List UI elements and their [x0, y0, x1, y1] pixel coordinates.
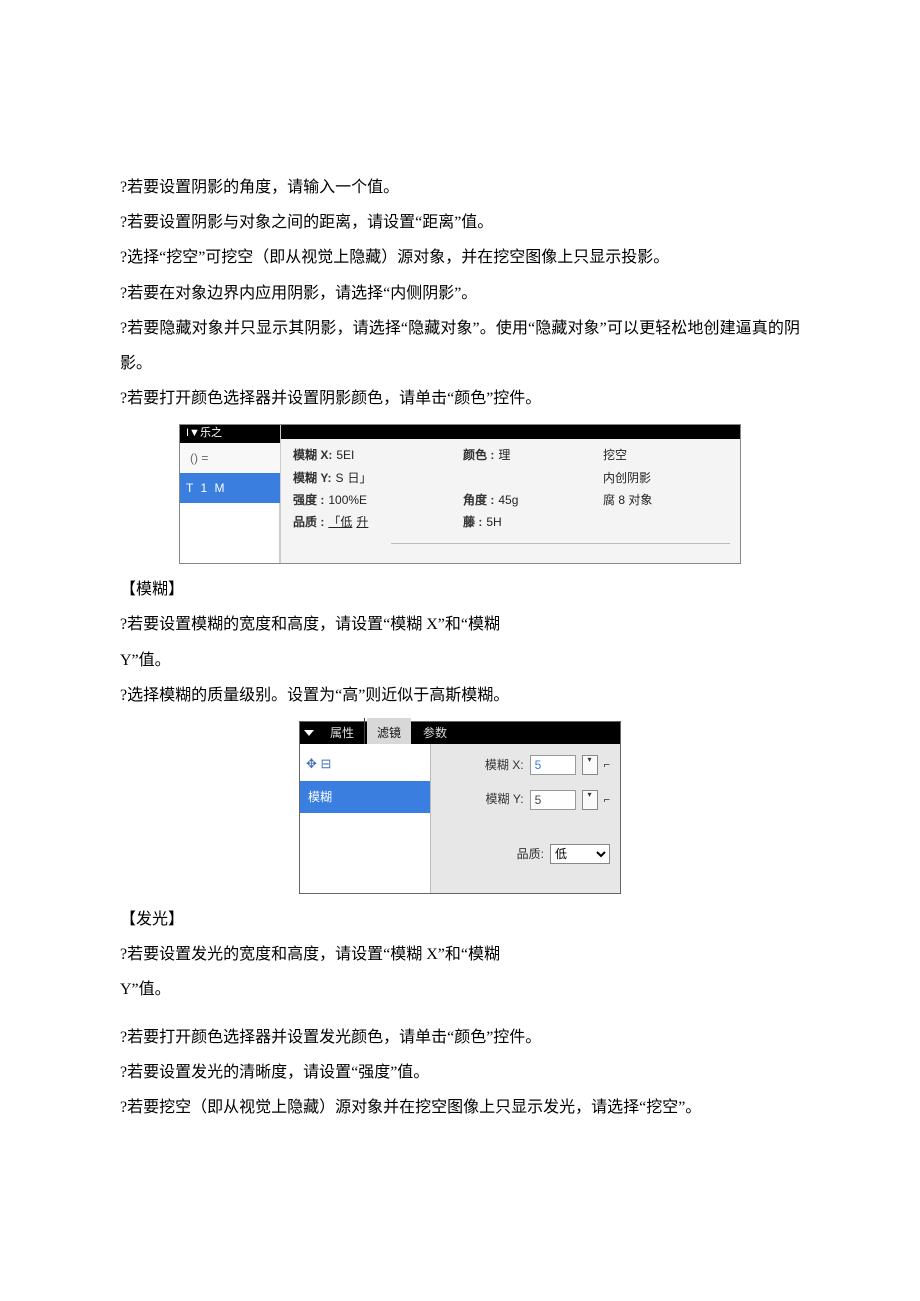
para-angle: ?若要设置阴影的角度，请输入一个值。 — [120, 170, 800, 205]
para-glow-xy: ?若要设置发光的宽度和高度，请设置“模糊 X”和“模糊 — [120, 937, 800, 972]
quality-row: 品质: 低 — [441, 841, 610, 867]
blur-y-input[interactable] — [530, 790, 576, 810]
hide-object-checkbox-label[interactable]: 腐 8 对象 — [603, 490, 693, 510]
shadow-panel-sidebar: I▼乐之 () = T 1 M — [180, 425, 281, 563]
para-knockout: ?选择“挖空”可挖空（即从视觉上隐藏）源对象，并在挖空图像上只显示投影。 — [120, 240, 800, 275]
angle-field[interactable]: 角度 : 45g — [463, 490, 573, 510]
shadow-panel-header: I▼乐之 — [180, 425, 280, 442]
panel-tabs: 属性 滤镜 参数 — [300, 722, 620, 744]
shadow-panel-sub: () = — [180, 443, 280, 473]
para-blur-xy: ?若要设置模糊的宽度和高度，请设置“模糊 X”和“模糊 — [120, 607, 800, 642]
blur-x-field[interactable]: 模糊 X: 5EI — [293, 445, 433, 465]
para-blur-quality: ?选择模糊的质量级别。设置为“高”则近似于高斯模糊。 — [120, 678, 800, 713]
para-inner-shadow: ?若要在对象边界内应用阴影，请选择“内侧阴影”。 — [120, 276, 800, 311]
blur-x-input-row: 模糊 X: ▾ ⌐ — [441, 752, 610, 778]
shadow-filter-panel: I▼乐之 () = T 1 M 模糊 X: 5EI — [179, 424, 741, 564]
para-blur-xy-cont: Y”值。 — [120, 643, 800, 678]
add-remove-filter-icon[interactable]: ✥ ⊟ — [300, 748, 430, 781]
quality-label: 品质: — [517, 841, 544, 867]
blur-filter-panel: 属性 滤镜 参数 ✥ ⊟ 模糊 模糊 X: ▾ ⌐ — [299, 721, 621, 894]
para-distance: ?若要设置阴影与对象之间的距离，请设置“距离”值。 — [120, 205, 800, 240]
heading-glow: 【发光】 — [120, 902, 800, 937]
para-hide-object: ?若要隐藏对象并只显示其阴影，请选择“隐藏对象”。使用“隐藏对象”可以更轻松地创… — [120, 311, 800, 381]
collapse-triangle-icon[interactable] — [304, 730, 314, 736]
color-field[interactable]: 颜色 : 理 — [463, 445, 573, 465]
filter-list-item-blur[interactable]: 模糊 — [300, 781, 430, 813]
blur-y-label: 模糊 Y: — [486, 786, 524, 812]
quality-field-shadow[interactable]: 品质 : 「低 升 — [293, 512, 433, 532]
blur-y-stepper[interactable]: ▾ — [582, 790, 598, 810]
para-color-picker: ?若要打开颜色选择器并设置阴影颜色，请单击“颜色”控件。 — [120, 381, 800, 416]
heading-blur: 【模糊】 — [120, 572, 800, 607]
knockout-checkbox-label[interactable]: 挖空 — [603, 445, 693, 465]
para-glow-knockout: ?若要挖空（即从视觉上隐藏）源对象并在挖空图像上只显示发光，请选择“挖空”。 — [120, 1090, 800, 1125]
blur-x-label: 模糊 X: — [485, 752, 524, 778]
link-xy-icon[interactable]: ⌐ — [604, 753, 610, 777]
blur-y-input-row: 模糊 Y: ▾ ⌐ — [441, 786, 610, 812]
strength-field[interactable]: 强度 : 100%E — [293, 490, 433, 510]
para-glow-xy-cont: Y”值。 — [120, 972, 800, 1007]
para-glow-color: ?若要打开颜色选择器并设置发光颜色，请单击“颜色”控件。 — [120, 1020, 800, 1055]
inner-shadow-checkbox-label[interactable]: 内创阴影 — [603, 468, 693, 488]
shadow-panel-topbar — [281, 425, 740, 439]
filter-list: ✥ ⊟ 模糊 — [300, 744, 431, 893]
distance-field[interactable]: 藤 : 5H — [463, 512, 573, 532]
blur-x-input[interactable] — [530, 755, 576, 775]
quality-select[interactable]: 低 — [550, 844, 610, 864]
blur-y-field[interactable]: 模糊 Y: S 日」 — [293, 468, 433, 488]
link-xy-icon-bottom[interactable]: ⌐ — [604, 788, 610, 812]
para-glow-strength: ?若要设置发光的清晰度，请设置“强度”值。 — [120, 1055, 800, 1090]
shadow-panel-selected[interactable]: T 1 M — [180, 473, 280, 503]
blur-x-stepper[interactable]: ▾ — [582, 755, 598, 775]
